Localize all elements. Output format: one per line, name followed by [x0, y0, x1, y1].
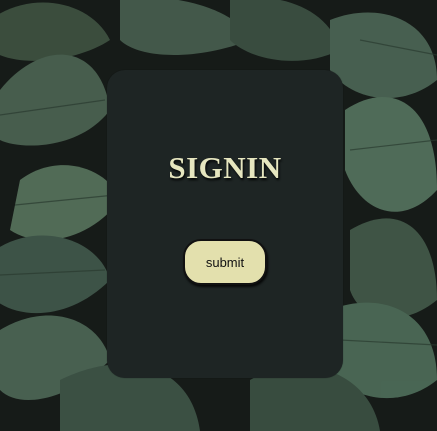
- signin-title: SIGNIN: [168, 150, 282, 185]
- signin-card: [107, 70, 343, 378]
- submit-button[interactable]: submit: [183, 239, 267, 285]
